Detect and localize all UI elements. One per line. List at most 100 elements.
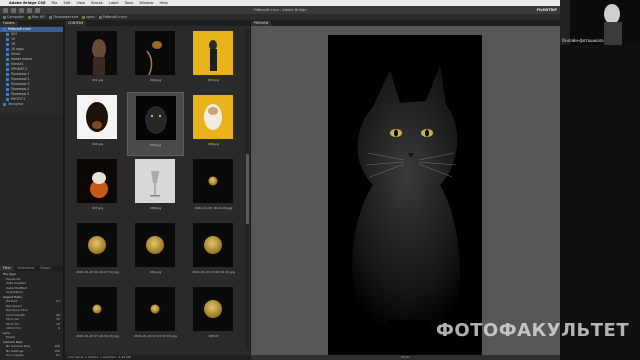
thumbnail-label: 001.jpg [91, 78, 104, 82]
tab-collections[interactable]: Collections [14, 266, 37, 271]
thumbnail-label: 003.jpg [207, 78, 220, 82]
folder-icon [6, 88, 9, 91]
thumbnail-label: 002.jpg [149, 78, 162, 82]
tab-filter[interactable]: Filter [0, 266, 14, 271]
menu-app-name[interactable]: Adobe Bridge CS6 [9, 1, 45, 5]
thumbnail-art [135, 159, 175, 203]
filter-list: File Type Keywords Date Created Date Modifi… [0, 271, 63, 358]
tab-export[interactable]: Export [37, 266, 53, 271]
folder-icon [3, 103, 6, 106]
menu-view[interactable]: View [76, 1, 85, 5]
thumbnail-label: 2021-01-20 17-00-56 (2).jpg [192, 270, 235, 274]
thumbnail-image [193, 95, 233, 139]
filter-count: 9 [58, 326, 60, 330]
preview-status: Photo [251, 355, 560, 360]
path-bar: Computer Mac HD Пользователи sport Рабоч… [0, 14, 560, 21]
thumbnail[interactable]: 2021-01-20 17-10-50 (2).jpg [69, 284, 126, 348]
tab-folders[interactable]: Folders [0, 21, 18, 26]
menu-file[interactable]: File [51, 1, 57, 5]
filter-label: Un-cropped [6, 353, 24, 357]
thumbnail-image [77, 287, 117, 331]
watermark-logo: ФОТОФАКУЛЬТЕТ [436, 320, 630, 341]
thumbnail-art [77, 159, 117, 203]
thumbnail[interactable]: 006.jpg [185, 92, 241, 156]
webcam-feed: Онлайн-фотошкола [560, 0, 640, 45]
path-segment[interactable]: Computer [3, 15, 24, 19]
folder-icon [6, 48, 9, 51]
thumbnail-art [77, 95, 117, 139]
black-cat-photo [328, 35, 482, 355]
folder-icon [6, 93, 9, 96]
thumbnail-label: 006.jpg [207, 142, 220, 146]
folder-label: Загрузки [8, 102, 24, 106]
folder-icon [6, 73, 9, 76]
folder-icon [6, 63, 9, 66]
thumbnail[interactable]: 2021-01-20 17-00-56 (2).jpg [185, 220, 241, 284]
folder-icon [6, 78, 9, 81]
thumbnail-image [136, 96, 176, 140]
path-segment[interactable]: sport [82, 15, 95, 19]
thumbnail-image [135, 31, 175, 76]
webcam-caption: Онлайн-фотошкола [562, 38, 604, 43]
thumbnail[interactable]: 005.jpg [127, 92, 184, 156]
path-segment[interactable]: Mac HD [27, 15, 45, 19]
folder-item[interactable]: Загрузки [0, 102, 63, 107]
thumbnail-art [136, 96, 176, 140]
thumbnail-label: 2021-01-20 17-10-50 (2).jpg [76, 334, 119, 338]
menu-stacks[interactable]: Stacks [91, 1, 103, 5]
tab-content[interactable]: CONTENT [65, 21, 87, 26]
thumbnail-label: 007.jpg [91, 206, 104, 210]
coin-icon [204, 236, 222, 254]
content-status: 241 items, 2 hidden, 1 selected - 4.49 M… [65, 355, 250, 360]
menu-window[interactable]: Window [139, 1, 153, 5]
folder-icon [6, 68, 9, 71]
thumbnail-image [135, 223, 175, 267]
drive-icon [27, 15, 31, 19]
folder-icon [6, 83, 9, 86]
folder-icon [6, 33, 9, 36]
folder-icon [82, 15, 86, 19]
thumbnail-label: 001.jpg [149, 270, 162, 274]
coin-icon [150, 304, 160, 314]
filter-row[interactable]: Un-cropped 81 [0, 353, 63, 358]
tab-preview[interactable]: PREVIEW [251, 21, 272, 26]
thumbnail[interactable]: 001.jpg [127, 220, 184, 284]
filter-count: 61 [56, 299, 60, 303]
thumbnail[interactable]: 2021-01-20 16-14-07 (1).jpg [69, 220, 126, 284]
path-segment[interactable]: Рабочий стол [98, 15, 127, 19]
thumbnail-image [77, 31, 117, 75]
thumbnail[interactable]: 2021-01-20 17-07-50 (2).jpg [127, 284, 184, 348]
thumbnail-label: 008.jpg [149, 206, 162, 210]
thumbnail-image [135, 287, 175, 331]
thumbnail[interactable]: 2021-01-20 16-19-06.jpg [185, 156, 241, 220]
thumbnail[interactable]: 007.jpg [69, 156, 126, 220]
thumbnail[interactable]: 005.tif [185, 284, 241, 348]
thumbnail-art [135, 31, 175, 76]
menu-help[interactable]: Help [160, 1, 168, 5]
left-panel: Folders Рабочий стол 003 10 18 18 apps Shoot Н… [0, 21, 64, 360]
menu-tools[interactable]: Tools [125, 1, 134, 5]
folder-tree: Рабочий стол 003 10 18 18 apps Shoot Новая пап… [0, 26, 63, 114]
filter-count: 81 [56, 353, 60, 357]
path-segment[interactable]: Пользователи [48, 15, 78, 19]
preview-panel: PREVIEW Photo [251, 21, 560, 360]
thumbnail-image [193, 31, 233, 75]
thumbnail[interactable]: 001.jpg [69, 28, 126, 92]
thumbnail[interactable]: 008.jpg [127, 156, 184, 220]
left-empty-area [0, 114, 63, 266]
folder-icon [3, 15, 6, 19]
content-panel: CONTENT 001.jpg 002.jpg 003.jpg 004.jpg 005.… [65, 21, 250, 360]
preview-image[interactable] [328, 35, 482, 355]
thumbnail[interactable]: 003.jpg [185, 28, 241, 92]
menu-edit[interactable]: Edit [63, 1, 70, 5]
content-scrollbar[interactable] [245, 29, 249, 350]
folder-icon [6, 38, 9, 41]
folder-icon [3, 28, 6, 31]
thumbnail[interactable]: 002.jpg [127, 28, 184, 92]
thumbnail-art [77, 31, 117, 75]
folder-icon [48, 15, 52, 19]
menu-label[interactable]: Label [109, 1, 119, 5]
thumbnail-label: 005.tif [208, 334, 219, 338]
thumbnail[interactable]: 004.jpg [69, 92, 126, 156]
scrollbar-thumb[interactable] [245, 154, 249, 224]
